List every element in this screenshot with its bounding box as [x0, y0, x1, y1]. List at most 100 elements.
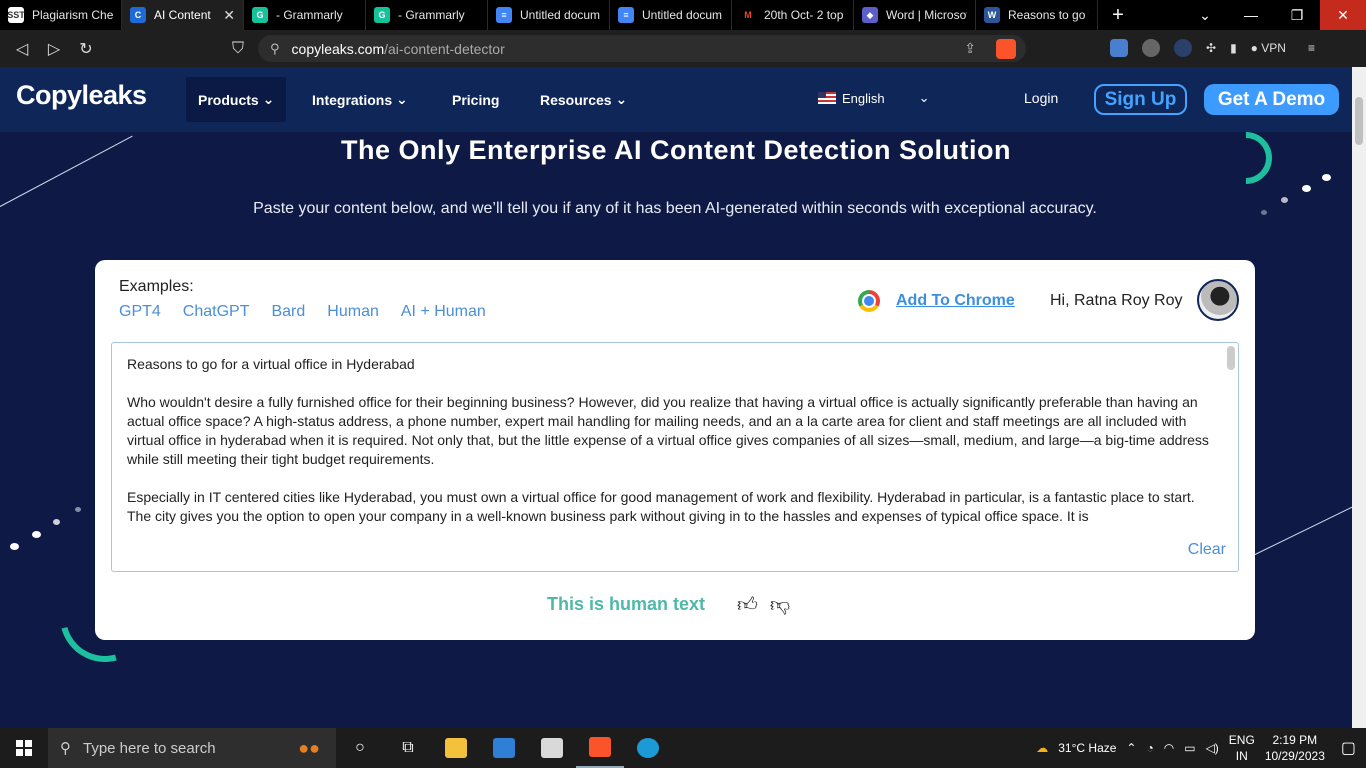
site-info-icon[interactable]: ⚲ [270, 41, 280, 57]
decorative-dot [32, 531, 41, 538]
forward-icon[interactable]: ▷ [38, 39, 70, 59]
url-path: /ai-content-detector [384, 40, 505, 57]
mail-icon[interactable] [480, 728, 528, 768]
tab-favicon-icon: G [374, 7, 390, 23]
tab-title: - Grammarly [276, 8, 343, 22]
example-bard[interactable]: Bard [271, 303, 305, 321]
network-icon[interactable]: ◔ [1146, 741, 1153, 755]
browser-tab[interactable]: G - Grammarly [366, 0, 488, 30]
add-to-chrome-link[interactable]: Add To Chrome [896, 292, 1015, 310]
restore-button[interactable]: ❐ [1274, 0, 1320, 30]
nav-resources[interactable]: Resources ⌄ [528, 77, 639, 122]
vpn-button[interactable]: ● VPN [1251, 41, 1286, 55]
pumpkin-icon: ●● [298, 737, 320, 758]
share-icon[interactable]: ⇪ [964, 40, 976, 57]
example-human[interactable]: Human [327, 303, 379, 321]
menu-icon[interactable]: ≡ [1308, 41, 1315, 55]
decorative-dot [10, 543, 19, 550]
thumbs-down-icon[interactable]: 👎︎ [770, 593, 790, 617]
login-link[interactable]: Login [1024, 90, 1058, 106]
clock[interactable]: 2:19 PM 10/29/2023 [1265, 732, 1325, 764]
taskbar-search[interactable]: ⚲ Type here to search ●● [48, 728, 336, 768]
puzzle-icon[interactable]: ✣ [1206, 41, 1216, 55]
file-explorer-icon[interactable] [432, 728, 480, 768]
content-textarea[interactable]: Reasons to go for a virtual office in Hy… [111, 342, 1239, 572]
edge-icon[interactable] [624, 728, 672, 768]
brave-icon[interactable] [576, 728, 624, 768]
profile-r-icon[interactable] [1174, 39, 1192, 57]
weather-text[interactable]: 31°C Haze [1058, 741, 1116, 755]
page-scrollbar-thumb[interactable] [1355, 97, 1363, 145]
user-greeting: Hi, Ratna Roy Roy [1050, 292, 1183, 309]
system-tray: ☁ 31°C Haze ⌃ ◔ ◠ ▭ ◁) ENG IN 2:19 PM 10/2… [1036, 728, 1366, 768]
decorative-dot [1302, 185, 1311, 192]
text-paragraph: Reasons to go for a virtual office in Hy… [127, 356, 415, 372]
nav-pricing[interactable]: Pricing [440, 77, 511, 122]
get-demo-button[interactable]: Get A Demo [1204, 84, 1339, 115]
tab-favicon-icon: ◆ [862, 7, 878, 23]
tab-search-icon[interactable]: ⌄ [1182, 0, 1228, 30]
nav-integrations[interactable]: Integrations ⌄ [300, 77, 420, 122]
language-label: English [842, 90, 885, 106]
tab-favicon-icon: ≡ [496, 7, 512, 23]
notifications-icon[interactable]: ▢ [1341, 738, 1356, 758]
clear-button[interactable]: Clear [1181, 541, 1226, 559]
back-icon[interactable]: ◁ [6, 39, 38, 59]
tab-favicon-icon: SST [7, 7, 25, 23]
nav-integrations-label: Integrations [312, 91, 393, 108]
volume-icon[interactable]: ◁) [1206, 741, 1219, 755]
bookmark-icon[interactable]: ⛉ [222, 40, 254, 58]
address-bar-row: ◁ ▷ ↻ ⛉ ⚲ copyleaks.com /ai-content-dete… [0, 30, 1366, 67]
textarea-scrollbar[interactable] [1227, 346, 1235, 370]
windows-taskbar: ⚲ Type here to search ●● ○ ⧉ ☁ 31°C Haze ⌃… [0, 728, 1366, 768]
store-icon[interactable] [528, 728, 576, 768]
thumbs-up-icon[interactable]: 👍︎ [737, 593, 758, 617]
extension-icon[interactable] [1142, 39, 1160, 57]
start-button[interactable] [0, 740, 48, 756]
language-selector[interactable]: English ⌄ [818, 90, 930, 106]
tab-title: Plagiarism Chec [32, 8, 113, 22]
decorative-line [1254, 505, 1352, 555]
browser-tab[interactable]: W Reasons to go f [976, 0, 1098, 30]
sign-up-button[interactable]: Sign Up [1094, 84, 1187, 115]
close-tab-icon[interactable]: ✕ [223, 7, 235, 24]
browser-tab[interactable]: ≡ Untitled docum [488, 0, 610, 30]
chevron-down-icon: ⌄ [615, 91, 628, 107]
page-scrollbar[interactable] [1352, 67, 1366, 728]
minimize-button[interactable]: — [1228, 0, 1274, 30]
browser-tab[interactable]: SST Plagiarism Chec [0, 0, 122, 30]
cortana-icon[interactable]: ○ [336, 728, 384, 768]
browser-tab[interactable]: C AI Content ✕ [122, 0, 244, 30]
reload-icon[interactable]: ↻ [70, 39, 102, 59]
battery-icon[interactable]: ▭ [1184, 741, 1195, 755]
browser-tab[interactable]: M 20th Oct- 2 top [732, 0, 854, 30]
textarea-content: Reasons to go for a virtual office in Hy… [127, 355, 1213, 545]
language-indicator[interactable]: ENG IN [1229, 732, 1255, 764]
task-view-icon[interactable]: ⧉ [384, 728, 432, 768]
sidebar-icon[interactable]: ▮ [1230, 41, 1237, 55]
lang-top: ENG [1228, 733, 1255, 747]
wifi-icon[interactable]: ◠ [1164, 741, 1174, 755]
chevron-down-icon: ⌄ [396, 91, 408, 107]
tab-title: Reasons to go f [1008, 8, 1089, 22]
detector-card: Examples: GPT4 ChatGPT Bard Human AI + H… [95, 260, 1255, 640]
brave-shields-icon[interactable] [996, 38, 1016, 59]
nav-products[interactable]: Products ⌄ [186, 77, 287, 122]
browser-tab[interactable]: ≡ Untitled docum [610, 0, 732, 30]
close-window-button[interactable]: ✕ [1320, 0, 1366, 30]
url-field[interactable]: ⚲ copyleaks.com /ai-content-detector ⇪ [258, 35, 1026, 62]
copyleaks-logo[interactable]: Copyleaks [16, 80, 147, 111]
example-chatgpt[interactable]: ChatGPT [183, 303, 250, 321]
window-controls: ⌄ — ❐ ✕ [1182, 0, 1366, 30]
example-ai-human[interactable]: AI + Human [401, 303, 486, 321]
new-tab-button[interactable]: + [1098, 4, 1138, 27]
tab-favicon-icon: W [984, 7, 1000, 23]
browser-tab[interactable]: G - Grammarly [244, 0, 366, 30]
show-hidden-icon[interactable]: ⌃ [1126, 741, 1136, 755]
example-gpt4[interactable]: GPT4 [119, 303, 161, 321]
lang-bottom: IN [1235, 749, 1248, 763]
browser-tab[interactable]: ◆ Word | Microsof [854, 0, 976, 30]
search-icon: ⚲ [60, 740, 71, 757]
avatar[interactable] [1197, 279, 1239, 321]
extension-s-icon[interactable] [1110, 39, 1128, 57]
